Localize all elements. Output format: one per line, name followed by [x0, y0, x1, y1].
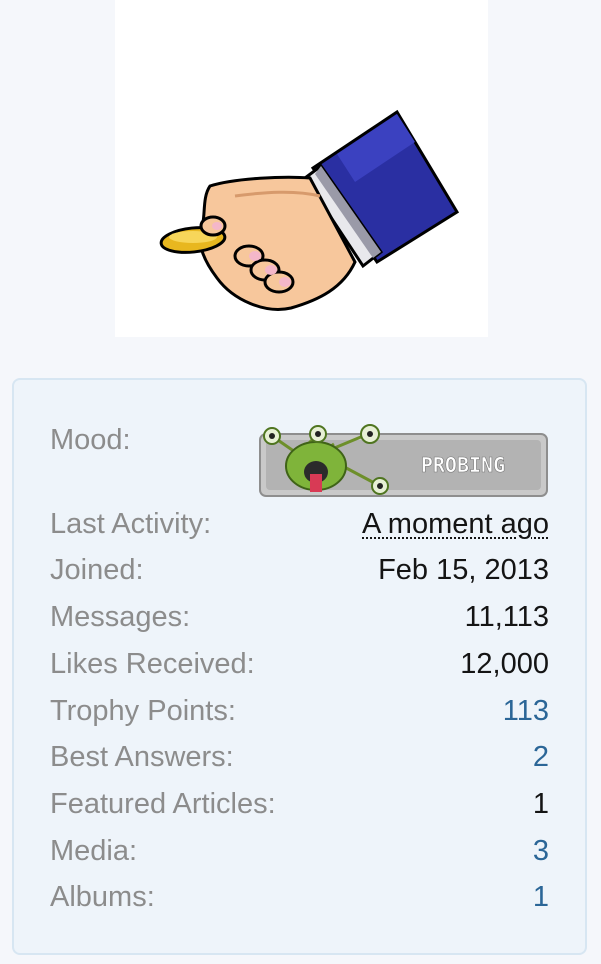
trophy-points-link[interactable]: 113	[503, 691, 549, 731]
best-answers-label: Best Answers:	[50, 741, 234, 773]
albums-link[interactable]: 1	[533, 877, 549, 917]
mood-badge-text: PROBING	[421, 453, 505, 477]
best-answers-link[interactable]: 2	[533, 737, 549, 777]
trophy-points-row: Trophy Points: 113	[50, 691, 549, 731]
featured-articles-label: Featured Articles:	[50, 788, 276, 820]
likes-received-label: Likes Received:	[50, 648, 255, 680]
last-activity-label: Last Activity:	[50, 508, 212, 540]
albums-label: Albums:	[50, 881, 155, 913]
media-label: Media:	[50, 835, 138, 867]
media-row: Media: 3	[50, 831, 549, 871]
joined-label: Joined:	[50, 554, 144, 586]
hand-with-coin-icon	[159, 109, 460, 311]
best-answers-row: Best Answers: 2	[50, 737, 549, 777]
messages-label: Messages:	[50, 601, 191, 633]
messages-row: Messages: 11,113	[50, 597, 549, 637]
media-link[interactable]: 3	[533, 831, 549, 871]
last-activity-value[interactable]: A moment ago	[362, 504, 549, 544]
joined-value: Feb 15, 2013	[378, 554, 549, 586]
member-avatar[interactable]	[115, 0, 488, 337]
member-info-panel: Mood: PROBING Last Activity: A moment ag…	[12, 378, 587, 955]
featured-articles-row: Featured Articles: 1	[50, 784, 549, 824]
last-activity-row: Last Activity: A moment ago	[50, 504, 549, 544]
trophy-points-label: Trophy Points:	[50, 695, 236, 727]
albums-row: Albums: 1	[50, 877, 549, 917]
likes-received-value: 12,000	[460, 648, 549, 680]
joined-row: Joined: Feb 15, 2013	[50, 550, 549, 590]
featured-articles-value: 1	[532, 788, 549, 820]
green-alien-icon: PROBING	[259, 424, 548, 497]
mood-label: Mood:	[50, 424, 131, 456]
likes-received-row: Likes Received: 12,000	[50, 644, 549, 684]
mood-badge: PROBING	[258, 424, 549, 504]
messages-value: 11,113	[464, 601, 549, 633]
